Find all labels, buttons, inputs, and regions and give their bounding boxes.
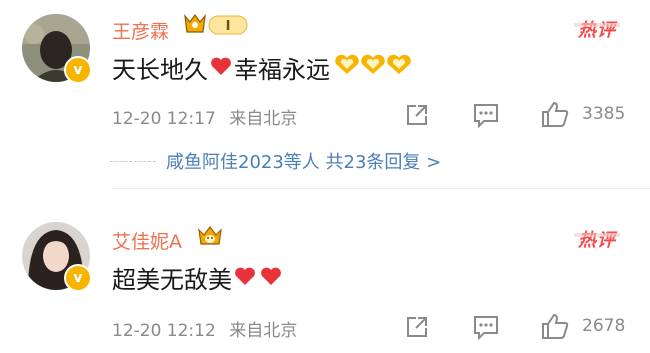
view-replies-link[interactable]: 咸鱼阿佳2023等人 共23条回复 > [110, 148, 441, 174]
red-heart-icon [260, 264, 282, 292]
hot-comment-label: 热评 [574, 16, 620, 42]
like-count: 2678 [582, 316, 626, 336]
avatar[interactable]: v [22, 14, 92, 84]
comment-icon[interactable] [472, 314, 500, 344]
divider [110, 160, 156, 162]
gold-heart-emoji-icon [360, 54, 386, 82]
comment-item: v 王彦霖 I 热评 天长地久 幸福永远 12-20 12:17 来自北京 33… [0, 0, 650, 188]
gold-heart-emoji-icon [386, 54, 412, 82]
comment-icon[interactable] [472, 102, 500, 132]
share-icon[interactable] [404, 102, 430, 132]
comment-location: 来自北京 [229, 321, 298, 341]
svg-text:I: I [226, 19, 231, 34]
fan-rank-badge-icon: I [183, 12, 251, 38]
divider [112, 188, 650, 189]
comment-item: v 艾佳妮A 热评 超美无敌美 12-20 12:12 来自北京 2678 [0, 190, 650, 353]
like-icon[interactable] [540, 100, 570, 132]
hot-comment-label: 热评 [574, 226, 620, 252]
red-heart-icon [210, 54, 232, 82]
avatar[interactable]: v [22, 222, 92, 292]
comment-text: 天长地久 幸福永远 [112, 50, 412, 85]
like-icon[interactable] [540, 312, 570, 344]
comment-location: 来自北京 [229, 109, 298, 129]
comment-meta: 12-20 12:12 来自北京 [112, 316, 297, 341]
fan-badge-icon [196, 224, 224, 248]
verified-badge-icon: v [64, 56, 92, 84]
verified-badge-icon: v [64, 264, 92, 292]
username[interactable]: 王彦霖 I [112, 12, 251, 44]
share-icon[interactable] [404, 314, 430, 344]
red-heart-icon [234, 264, 256, 292]
comment-text: 超美无敌美 [112, 260, 284, 295]
comment-time: 12-20 12:12 [112, 321, 216, 341]
comment-time: 12-20 12:17 [112, 109, 216, 129]
username[interactable]: 艾佳妮A [112, 224, 224, 254]
like-count: 3385 [582, 104, 626, 124]
comment-meta: 12-20 12:17 来自北京 [112, 104, 297, 129]
gold-heart-emoji-icon [334, 54, 360, 82]
